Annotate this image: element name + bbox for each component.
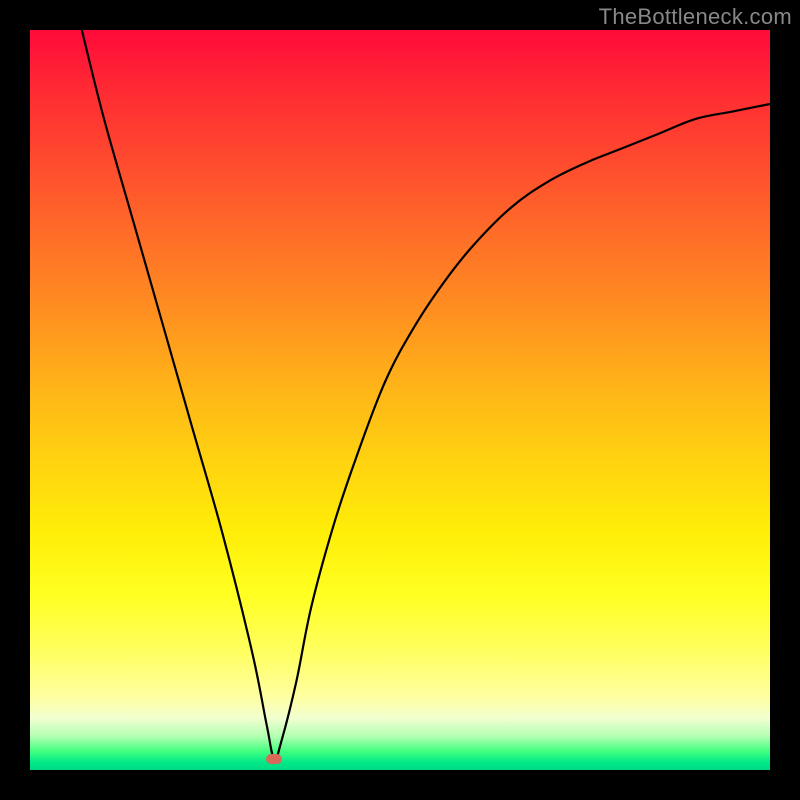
watermark-text: TheBottleneck.com — [599, 4, 792, 30]
plot-area — [30, 30, 770, 770]
bottleneck-curve — [82, 30, 770, 759]
curve-svg — [30, 30, 770, 770]
optimum-marker — [266, 754, 282, 764]
chart-frame: TheBottleneck.com — [0, 0, 800, 800]
